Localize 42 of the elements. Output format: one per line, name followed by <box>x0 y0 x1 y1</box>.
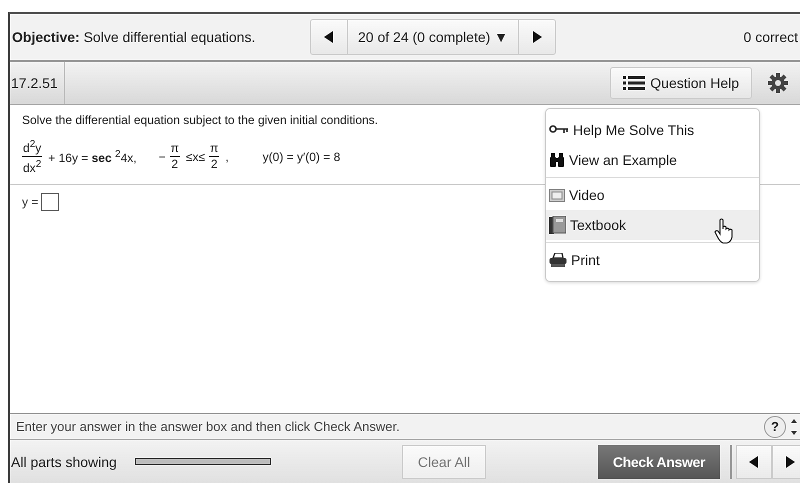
right-triangle-icon <box>785 456 795 468</box>
scroll-arrows-icon[interactable] <box>790 418 798 436</box>
left-triangle-icon <box>324 31 334 43</box>
book-icon <box>549 216 566 234</box>
objective-text: Objective: Solve differential equations. <box>12 29 256 45</box>
menu-item[interactable]: Print <box>546 245 759 275</box>
question-id: 17.2.51 <box>10 62 65 104</box>
film-icon <box>549 188 565 202</box>
menu-item[interactable]: Help Me Solve This <box>546 115 759 145</box>
fraction-numerator: π <box>170 141 180 157</box>
equation-text: ≤x≤ <box>186 150 206 164</box>
next-button[interactable] <box>772 444 800 478</box>
key-icon <box>549 124 569 136</box>
right-triangle-icon <box>532 31 542 43</box>
fraction-numerator: π <box>209 141 220 157</box>
answer-box[interactable] <box>41 193 60 211</box>
printer-icon <box>549 253 567 267</box>
answer-label: y = <box>22 195 38 209</box>
menu-item[interactable]: Video <box>546 180 759 210</box>
fraction-denominator: 2 <box>210 157 218 172</box>
hint-text: Enter your answer in the answer box and then click Check Answer. <box>16 419 401 434</box>
binoculars-icon <box>549 153 565 167</box>
fraction-denominator: 2 <box>171 157 178 172</box>
question-help-button[interactable]: Question Help <box>610 67 752 99</box>
previous-button[interactable] <box>736 444 772 478</box>
fraction-numerator: d$^{2}$y <box>22 137 42 157</box>
help-icon[interactable]: ? <box>764 416 786 438</box>
check-answer-button[interactable]: Check Answer <box>598 444 720 478</box>
left-triangle-icon <box>749 456 759 468</box>
list-icon <box>623 76 646 90</box>
equation-text: y(0) = y′(0) = 8 <box>262 150 340 164</box>
fraction-denominator: dx$^{2}$ <box>23 158 42 176</box>
parts-status-text: All parts showing <box>11 454 117 470</box>
menu-item[interactable]: View an Example <box>546 145 759 175</box>
equation-text: + 16y = sec $^{2}$4x, <box>48 148 137 164</box>
score-text: 0 correct <box>744 29 799 45</box>
equation-text: − <box>158 150 166 164</box>
equation-text: , <box>225 150 229 164</box>
clear-all-button[interactable]: Clear All <box>402 444 486 478</box>
hand-cursor-icon <box>714 218 734 244</box>
question-instruction: Solve the differential equation subject to the given initial conditions. <box>22 113 380 127</box>
settings-icon[interactable] <box>768 73 788 93</box>
